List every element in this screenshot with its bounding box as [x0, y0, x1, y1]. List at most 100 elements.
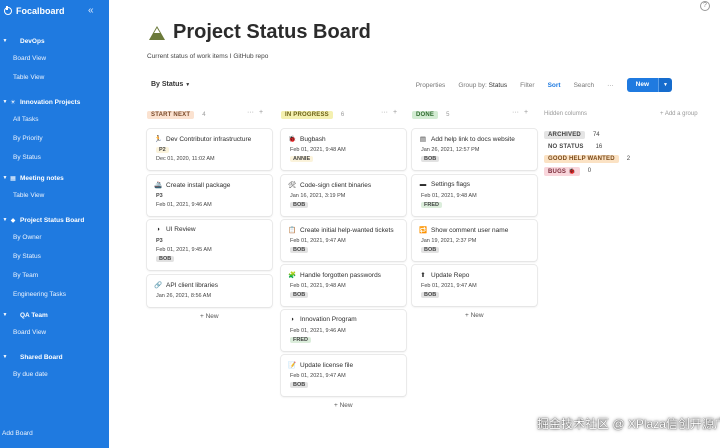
- card-date: Feb 01, 2021, 9:48 AM: [290, 283, 346, 289]
- priority-badge: P2: [156, 147, 169, 153]
- hidden-column-count: 74: [592, 132, 600, 138]
- column-count: 6: [340, 112, 345, 118]
- sidebar-view-item[interactable]: All Tasks: [0, 112, 109, 126]
- card-emoji-icon: 🔗: [154, 282, 163, 289]
- board-card[interactable]: ◑ UI Review P3 Feb 01, 2021, 9:45 AM BOB: [147, 220, 272, 270]
- board-card[interactable]: 🐞 Bugbash Feb 01, 2021, 9:48 AM ANNIE: [281, 129, 406, 170]
- sidebar-board-5[interactable]: ▼ Shared Board: [0, 350, 109, 364]
- sidebar-board-3[interactable]: ▼ ◆ Project Status Board: [0, 213, 109, 227]
- hidden-column-row[interactable]: NO STATUS 16: [544, 142, 602, 152]
- sidebar-view-item[interactable]: By Status: [0, 150, 109, 164]
- new-card-button[interactable]: New: [626, 78, 659, 92]
- add-group-button[interactable]: + Add a group: [660, 111, 698, 117]
- add-new-card-button[interactable]: + New: [465, 312, 484, 319]
- column-menu-icon[interactable]: ···: [512, 109, 519, 116]
- view-selector[interactable]: By Status ▼: [151, 81, 190, 88]
- card-title: 🔗 API client libraries: [154, 281, 219, 290]
- sidebar-view-item[interactable]: By due date: [0, 367, 109, 381]
- add-card-icon[interactable]: +: [259, 109, 263, 116]
- board-card[interactable]: 📝 Update license file Feb 01, 2021, 9:47 A…: [281, 355, 406, 396]
- sidebar-board-4[interactable]: ▼ QA Team: [0, 308, 109, 322]
- sidebar-view-item[interactable]: Board View: [0, 51, 109, 65]
- chevron-down-icon[interactable]: ▼: [1, 217, 9, 223]
- hidden-column-row[interactable]: BUGS 🐞 0: [544, 166, 591, 176]
- column-header[interactable]: IN PROGRESS 6: [281, 109, 344, 121]
- sidebar-view-item[interactable]: By Priority: [0, 131, 109, 145]
- board-mountain-icon[interactable]: [149, 25, 165, 40]
- new-template-chevron-icon[interactable]: ▼: [658, 78, 672, 92]
- group-by-label: Group by:: [458, 81, 487, 89]
- board-card[interactable]: ▤ Add help link to docs website Jan 26, 20…: [412, 129, 537, 170]
- chevron-down-icon[interactable]: ▼: [1, 175, 9, 181]
- add-card-icon[interactable]: +: [393, 109, 397, 116]
- card-title-text: Show comment user name: [431, 226, 509, 234]
- search-button[interactable]: Search: [574, 82, 595, 89]
- card-emoji-icon: 🐞: [288, 136, 297, 143]
- more-options-button[interactable]: ···: [607, 82, 614, 89]
- column-menu-icon[interactable]: ···: [247, 109, 254, 116]
- sidebar-view-item[interactable]: By Owner: [0, 230, 109, 244]
- board-card[interactable]: ⬆ Update Repo Feb 01, 2021, 9:47 AM BOB: [412, 265, 537, 306]
- card-date: Feb 01, 2021, 9:47 AM: [290, 373, 346, 379]
- group-by-button[interactable]: Group by: Status: [458, 82, 507, 89]
- sidebar-board-2[interactable]: ▼ ▦ Meeting notes: [0, 171, 109, 185]
- column-header[interactable]: DONE 5: [412, 109, 449, 121]
- sidebar-board-label: Innovation Projects: [20, 98, 81, 106]
- add-new-card-button[interactable]: + New: [200, 313, 219, 320]
- collapse-sidebar-icon[interactable]: «: [88, 5, 94, 16]
- help-icon[interactable]: ?: [700, 1, 710, 11]
- column-menu-icon[interactable]: ···: [381, 109, 388, 116]
- chevron-down-icon[interactable]: ▼: [1, 312, 9, 318]
- add-new-card-button[interactable]: + New: [334, 402, 353, 409]
- sidebar-view-item[interactable]: Table View: [0, 70, 109, 84]
- card-title: ◑ UI Review: [154, 226, 196, 233]
- hidden-column-row[interactable]: GOOD HELP WANTED 2: [544, 154, 630, 164]
- column-status-tag[interactable]: IN PROGRESS: [281, 111, 333, 119]
- board-card[interactable]: 🔗 API client libraries Jan 26, 2021, 8:56 …: [147, 275, 272, 307]
- card-title: ▤ Add help link to docs website: [419, 135, 515, 144]
- add-card-icon[interactable]: +: [524, 109, 528, 116]
- board-card[interactable]: 🚢 Create install package P3 Feb 01, 2021, 9…: [147, 175, 272, 216]
- filter-button[interactable]: Filter: [520, 82, 534, 89]
- column-header[interactable]: START NEXT 4: [147, 109, 206, 121]
- card-title-text: Update Repo: [431, 271, 470, 279]
- board-card[interactable]: ▬ Settings flags Feb 01, 2021, 9:48 AM FRED: [412, 175, 537, 216]
- sidebar-view-item[interactable]: By Team: [0, 268, 109, 282]
- assignee-badge: BOB: [290, 292, 309, 298]
- sidebar-board-label: DevOps: [20, 37, 45, 45]
- sidebar-board-0[interactable]: ▼ DevOps: [0, 34, 109, 48]
- sidebar-view-item[interactable]: By Status: [0, 249, 109, 263]
- hidden-column-row[interactable]: ARCHIVED 74: [544, 130, 600, 140]
- board-card[interactable]: ◑ Innovation Program Feb 01, 2021, 9:46 AM…: [281, 310, 406, 351]
- chevron-down-icon[interactable]: ▼: [1, 354, 9, 360]
- board-card[interactable]: 🔁 Show comment user name Jan 19, 2021, 2:3…: [412, 220, 537, 261]
- card-date: Feb 01, 2021, 9:46 AM: [290, 328, 346, 334]
- sidebar-board-label: Project Status Board: [20, 216, 85, 224]
- sort-button[interactable]: Sort: [548, 82, 561, 89]
- card-emoji-icon: ◑: [290, 316, 294, 323]
- add-board-button[interactable]: Add Board: [2, 430, 33, 437]
- watermark: 掘金技术社区 @ XPlaza信创开源广场: [537, 417, 720, 431]
- card-title-text: API client libraries: [166, 281, 219, 289]
- assignee-badge: ANNIE: [290, 156, 314, 162]
- sidebar-view-item[interactable]: Engineering Tasks: [0, 287, 109, 301]
- chevron-down-icon[interactable]: ▼: [1, 99, 9, 105]
- column-status-tag[interactable]: DONE: [412, 111, 439, 119]
- board-card[interactable]: 🏃 Dev Contributor infrastructure P2 Dec 01,…: [147, 129, 272, 170]
- board-card[interactable]: 🛠 Code-sign client binaries Jan 16, 2021, …: [281, 175, 406, 216]
- properties-button[interactable]: Properties: [416, 82, 446, 89]
- board-card[interactable]: 🧩 Handle forgotten passwords Feb 01, 2021,…: [281, 265, 406, 306]
- sidebar-board-1[interactable]: ▼ ☀ Innovation Projects: [0, 95, 109, 109]
- board-description[interactable]: Current status of work items I GitHub re…: [147, 53, 268, 60]
- sidebar-view-item[interactable]: Table View: [0, 188, 109, 202]
- sidebar-view-item[interactable]: Board View: [0, 325, 109, 339]
- column-count: 5: [446, 112, 450, 118]
- page-title[interactable]: Project Status Board: [173, 21, 371, 44]
- chevron-down-icon[interactable]: ▼: [1, 38, 9, 44]
- brand[interactable]: Focalboard: [4, 6, 65, 16]
- card-date: Jan 26, 2021, 12:57 PM: [421, 147, 480, 153]
- column-status-tag[interactable]: START NEXT: [147, 111, 195, 119]
- card-emoji-icon: ▤: [419, 136, 427, 143]
- card-title-text: Bugbash: [300, 135, 326, 143]
- board-card[interactable]: 📋 Create initial help-wanted tickets Feb 0…: [281, 220, 406, 261]
